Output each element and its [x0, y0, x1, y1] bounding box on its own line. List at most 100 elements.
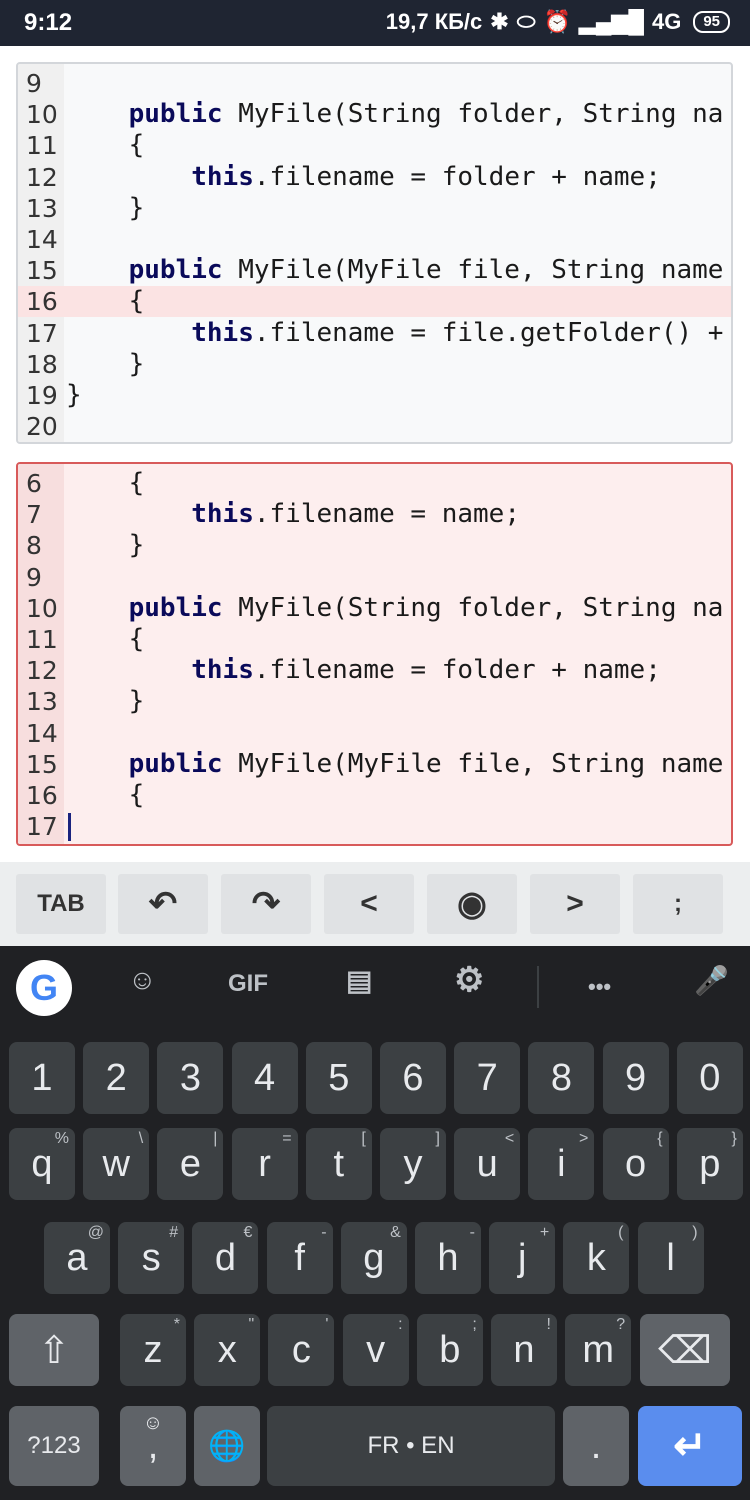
key-letter-label: r — [258, 1142, 271, 1185]
key-number[interactable]: 2 — [83, 1042, 150, 1114]
code-line: 18 } — [18, 349, 731, 380]
clipboard-icon[interactable]: ▤ — [346, 964, 372, 997]
backspace-key-label: ⌫ — [658, 1329, 712, 1372]
backspace-key[interactable]: ⌫ — [640, 1314, 730, 1386]
key-letter-label: y — [403, 1142, 423, 1185]
key-number[interactable]: 4 — [231, 1042, 298, 1114]
period-key[interactable]: . — [563, 1406, 629, 1486]
key-letter[interactable]: q% — [9, 1128, 75, 1200]
status-right: 19,7 КБ/с ✱ ⬭ ⏰ ▂▄▆█ 4G 95 — [386, 9, 730, 35]
key-letter[interactable]: i > — [528, 1128, 595, 1200]
key-letter[interactable]: t[ — [305, 1128, 372, 1200]
symbols-key[interactable]: ?123 — [9, 1406, 99, 1486]
key-hint: [ — [361, 1130, 366, 1147]
key-letter-label: l — [666, 1236, 675, 1279]
code-line: 16 { — [18, 286, 731, 318]
key-letter[interactable]: d € — [192, 1222, 259, 1294]
enter-key[interactable]: ↵ — [638, 1406, 742, 1486]
key-letter[interactable]: b; — [416, 1314, 483, 1386]
key-letter[interactable]: v: — [342, 1314, 409, 1386]
mic-icon[interactable]: 🎤 — [694, 964, 729, 997]
key-hint: ? — [616, 1316, 626, 1333]
shift-key[interactable]: ⇧ — [9, 1314, 99, 1386]
more-icon[interactable]: ••• — [588, 974, 611, 1000]
key-letter[interactable]: h- — [415, 1222, 481, 1294]
key-letter[interactable]: x " — [194, 1314, 261, 1386]
line-number: 17 — [26, 318, 58, 348]
key-letter[interactable]: o{ — [602, 1128, 669, 1200]
code-editor-top[interactable]: 9 10 public MyFile(String folder, String … — [16, 62, 733, 444]
key-letter[interactable]: k( — [563, 1222, 630, 1294]
space-key[interactable]: FR • EN — [267, 1406, 555, 1486]
google-icon[interactable]: G — [16, 960, 72, 1016]
semicolon-button[interactable]: ; — [633, 874, 723, 934]
key-number[interactable]: 5 — [305, 1042, 372, 1114]
key-number-label: 7 — [476, 1056, 498, 1099]
key-number-label: 2 — [105, 1056, 127, 1099]
line-number: 16 — [26, 287, 58, 317]
key-letter[interactable]: w \ — [83, 1128, 150, 1200]
code-line: 14 — [18, 224, 731, 255]
key-hint: ; — [472, 1316, 477, 1333]
code-editor-bottom[interactable]: 6 {7 this.filename = name; 8 } 9 10 public … — [16, 462, 733, 846]
undo-icon[interactable]: ↶ — [118, 874, 208, 934]
line-number: 11 — [26, 131, 58, 161]
key-letter-label: m — [582, 1328, 615, 1371]
key-hint: # — [169, 1224, 179, 1241]
cursor-left-button[interactable]: < — [324, 874, 414, 934]
key-hint: ) — [692, 1224, 698, 1241]
key-hint: - — [469, 1224, 475, 1241]
key-letter[interactable]: m? — [565, 1314, 632, 1386]
key-number[interactable]: 3 — [157, 1042, 224, 1114]
cursor-right-button[interactable]: > — [530, 874, 620, 934]
code-line: 11 { — [18, 130, 731, 161]
key-letter[interactable]: j + — [489, 1222, 556, 1294]
key-letter[interactable]: u < — [454, 1128, 521, 1200]
key-number[interactable]: 8 — [528, 1042, 595, 1114]
line-number: 8 — [26, 531, 42, 561]
key-letter[interactable]: e | — [157, 1128, 224, 1200]
gif-icon[interactable]: GIF — [228, 970, 268, 998]
select-icon[interactable]: ◉ — [427, 874, 517, 934]
tab-button[interactable]: TAB — [16, 874, 106, 934]
sticker-icon[interactable]: ☺ — [128, 964, 157, 996]
key-letter-label: t — [333, 1142, 345, 1185]
key-letter[interactable]: g & — [340, 1222, 407, 1294]
shift-key-label: ⇧ — [38, 1329, 70, 1372]
globe-icon-label: 🌐 — [208, 1429, 246, 1463]
key-letter[interactable]: f- — [266, 1222, 333, 1294]
key-letter[interactable]: n! — [491, 1314, 557, 1386]
key-number-label: 0 — [699, 1056, 721, 1099]
keyboard-suggestion-bar: G ☺ GIF ▤ ⚙ ••• 🎤 — [0, 946, 750, 1030]
code-text: this.filename = name; — [191, 499, 520, 530]
redo-icon[interactable]: ↷ — [221, 874, 311, 934]
code-line: 9 — [18, 68, 731, 99]
key-letter-label: u — [476, 1142, 498, 1185]
line-number: 6 — [26, 469, 42, 498]
line-number: 7 — [26, 500, 42, 530]
code-line: 11 { — [18, 624, 731, 655]
key-letter[interactable]: r = — [231, 1128, 298, 1200]
key-letter[interactable]: c ' — [268, 1314, 335, 1386]
key-letter-label: i — [557, 1142, 566, 1185]
key-number[interactable]: 9 — [602, 1042, 669, 1114]
key-number[interactable]: 1 — [9, 1042, 75, 1114]
key-letter[interactable]: y] — [380, 1128, 446, 1200]
key-letter-label: o — [625, 1142, 647, 1185]
key-letter-label: b — [439, 1328, 461, 1371]
key-letter[interactable]: p} — [676, 1128, 743, 1200]
globe-icon[interactable]: 🌐 — [194, 1406, 260, 1486]
settings-icon[interactable]: ⚙ — [454, 960, 484, 1000]
key-number[interactable]: 0 — [676, 1042, 743, 1114]
key-letter[interactable]: a @ — [44, 1222, 110, 1294]
key-letter[interactable]: s # — [118, 1222, 185, 1294]
line-number: 11 — [26, 625, 58, 654]
code-line: 20 — [18, 411, 731, 442]
key-number-label: 1 — [31, 1056, 53, 1099]
emoji-comma-key[interactable]: , ☺ — [120, 1406, 186, 1486]
key-number[interactable]: 7 — [454, 1042, 521, 1114]
code-line: 19} — [18, 380, 731, 411]
key-letter[interactable]: z * — [120, 1314, 186, 1386]
key-number[interactable]: 6 — [380, 1042, 446, 1114]
key-letter[interactable]: l) — [637, 1222, 704, 1294]
